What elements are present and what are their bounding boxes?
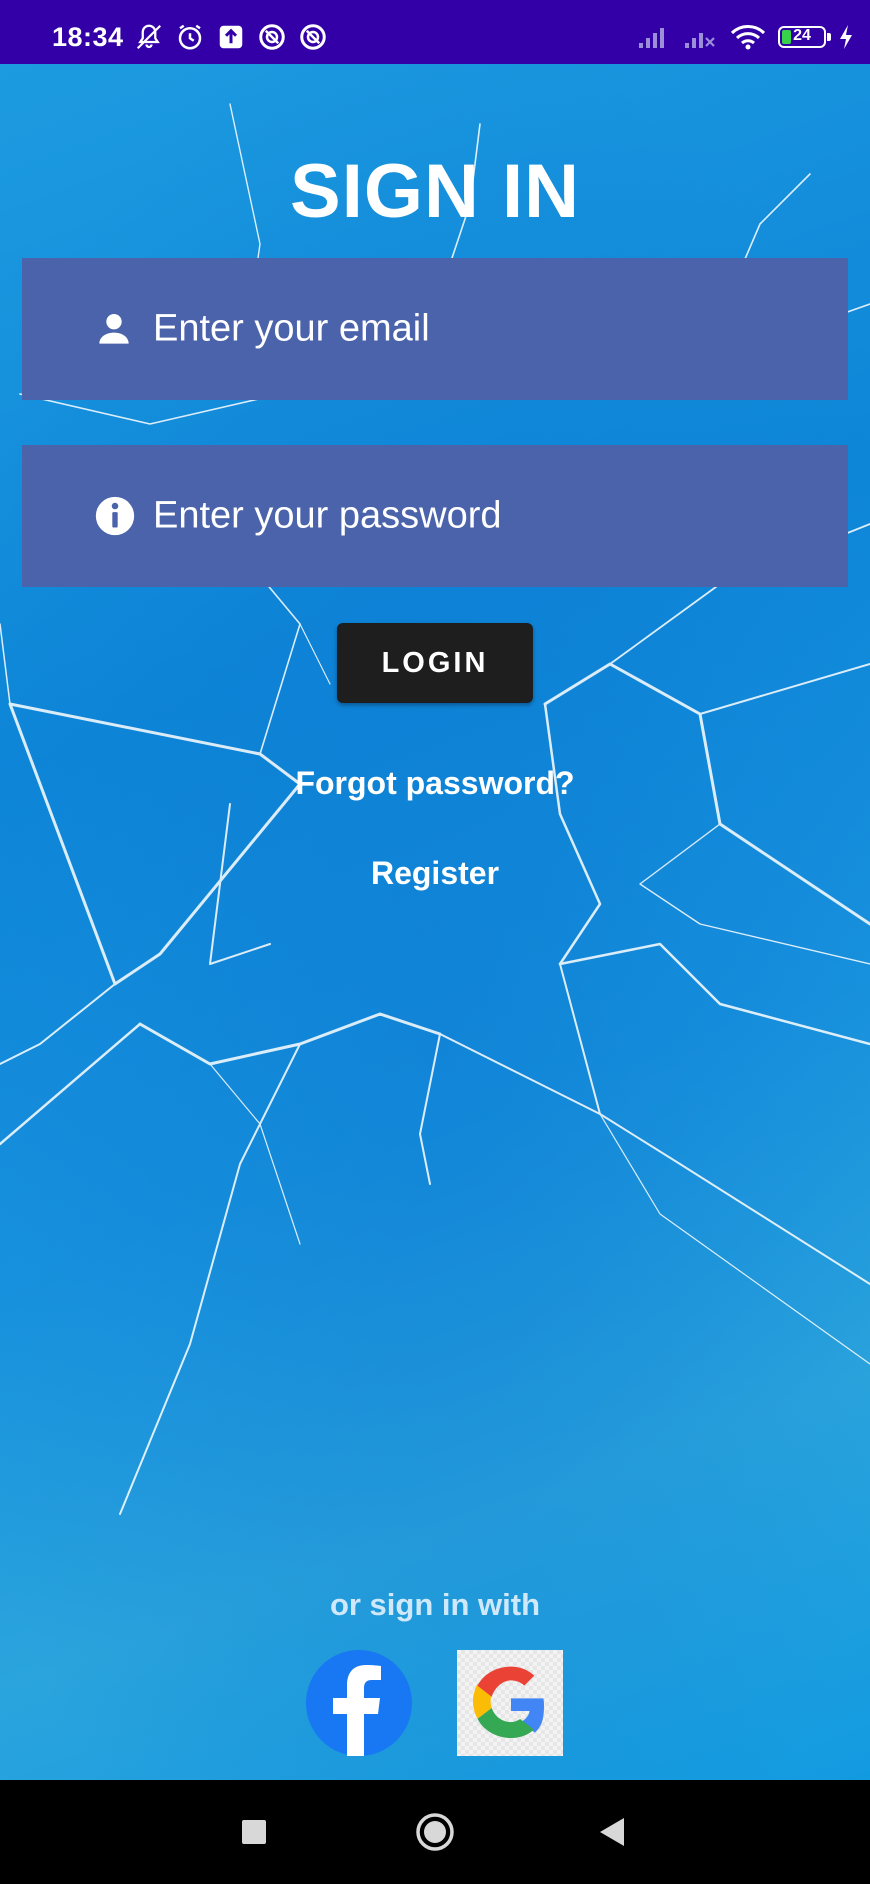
back-button[interactable]: [598, 1816, 626, 1848]
status-right-icons: 24: [638, 24, 854, 50]
status-bar: 18:34 24: [0, 0, 870, 64]
signal-no-service-icon: [685, 33, 715, 48]
alarm-icon: [178, 24, 202, 50]
forgot-password-link[interactable]: Forgot password?: [0, 765, 870, 802]
signal-icon: [639, 28, 664, 48]
email-field[interactable]: Enter your email: [22, 258, 848, 400]
app-icon: [300, 24, 326, 50]
battery-level: 24: [793, 27, 811, 44]
status-time: 18:34: [52, 22, 124, 52]
facebook-sign-in-button[interactable]: [306, 1650, 412, 1756]
navigation-bar: [0, 1780, 870, 1884]
register-link[interactable]: Register: [0, 855, 870, 892]
upload-icon: [219, 25, 243, 49]
password-placeholder: Enter your password: [153, 494, 502, 537]
google-logo-icon: [473, 1666, 544, 1738]
person-icon: [99, 313, 129, 344]
info-icon: [95, 496, 135, 536]
charging-icon: [840, 25, 852, 49]
battery-icon: 24: [778, 26, 831, 48]
login-button[interactable]: LOGIN: [337, 623, 533, 703]
login-screen: SIGN IN Enter your email Enter your pass…: [0, 64, 870, 1780]
app-icon: [259, 24, 285, 50]
recent-apps-button[interactable]: [242, 1820, 266, 1844]
password-field[interactable]: Enter your password: [22, 445, 848, 587]
email-placeholder: Enter your email: [153, 307, 430, 350]
notifications-off-icon: [136, 24, 162, 50]
status-left-icons: [134, 22, 328, 52]
or-sign-in-with-label: or sign in with: [329, 1587, 541, 1622]
home-button[interactable]: [415, 1812, 455, 1852]
wifi-icon: [730, 25, 766, 50]
google-sign-in-button[interactable]: [457, 1650, 563, 1756]
page-title: SIGN IN: [290, 149, 580, 234]
